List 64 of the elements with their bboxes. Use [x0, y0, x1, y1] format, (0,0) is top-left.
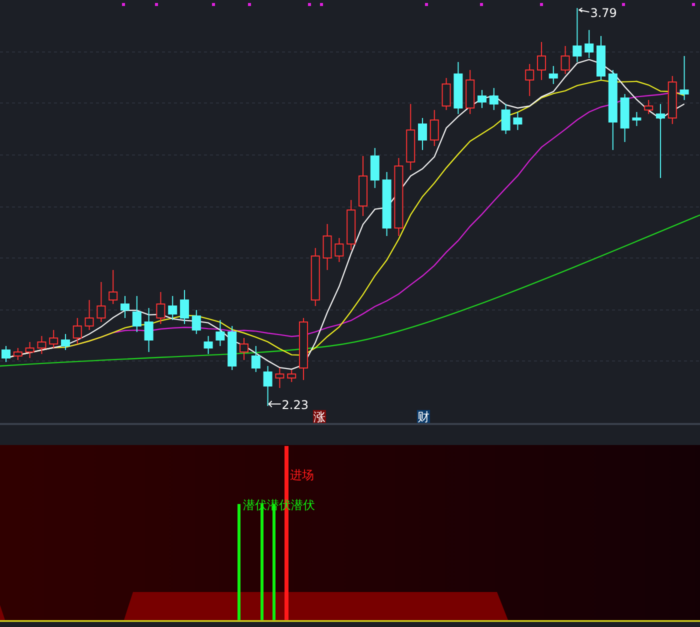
- candlestick: [358, 156, 368, 216]
- candlestick: [37, 336, 46, 354]
- candlestick: [72, 318, 82, 344]
- candlestick: [478, 90, 486, 108]
- candlestick: [560, 46, 570, 74]
- candlestick: [632, 112, 642, 126]
- candlestick: [406, 104, 416, 170]
- candlestick: [668, 76, 677, 124]
- candlestick: [168, 296, 178, 320]
- limit-up-marker[interactable]: 涨: [313, 410, 326, 424]
- candlestick: [584, 30, 594, 58]
- candlestick: [418, 118, 427, 150]
- candlestick: [2, 346, 10, 362]
- candlestick: [61, 334, 70, 350]
- candlestick: [263, 366, 272, 406]
- candlestick: [108, 270, 118, 304]
- candlestick: [180, 290, 189, 324]
- candlestick: [310, 248, 320, 306]
- candlestick: [204, 336, 213, 354]
- candlestick: [251, 346, 260, 372]
- pointer-arrow-icon: [268, 400, 282, 408]
- signal-label: 潜伏: [291, 498, 315, 512]
- candlestick: [299, 318, 308, 380]
- candlestick: [132, 296, 142, 332]
- candlestick: [644, 100, 654, 114]
- signal-label: 进场: [290, 468, 314, 482]
- candlestick: [620, 94, 630, 142]
- candlestick: [513, 112, 522, 130]
- candlestick: [466, 70, 475, 114]
- candlestick: [382, 172, 392, 236]
- candlestick: [240, 338, 248, 360]
- candlestick: [84, 300, 94, 330]
- candlestick: [120, 296, 130, 318]
- candlestick: [442, 78, 451, 110]
- candlestick: [680, 56, 689, 100]
- candlestick: [156, 292, 166, 324]
- candlestick: [430, 110, 439, 146]
- candlestick: [216, 320, 225, 346]
- candlestick: [548, 66, 558, 84]
- candlestick: [501, 104, 510, 134]
- candlestick: [275, 368, 284, 388]
- candlestick: [192, 310, 201, 334]
- candlestick: [370, 148, 380, 188]
- candlestick: [287, 370, 296, 382]
- candlestick: [537, 42, 546, 80]
- high-price-label: 3.79: [590, 6, 617, 20]
- candlestick: [25, 342, 34, 358]
- candlestick: [572, 8, 582, 62]
- candlestick: [525, 64, 534, 96]
- candlestick: [13, 348, 22, 360]
- candlestick: [49, 330, 58, 348]
- candlestick: [144, 308, 154, 352]
- candlestick: [322, 224, 332, 270]
- candlestick: [334, 238, 344, 262]
- candlestick: [96, 282, 106, 322]
- candlestick: [346, 200, 356, 250]
- finance-event-marker[interactable]: 财: [417, 410, 430, 424]
- pointer-arrow-icon: [578, 8, 590, 12]
- candlestick: [228, 326, 237, 370]
- candlestick: [454, 62, 463, 114]
- low-price-label: 2.23: [282, 398, 309, 412]
- candlestick: [489, 88, 498, 110]
- zone-band-edge: [0, 605, 5, 620]
- candlestick: [596, 36, 606, 80]
